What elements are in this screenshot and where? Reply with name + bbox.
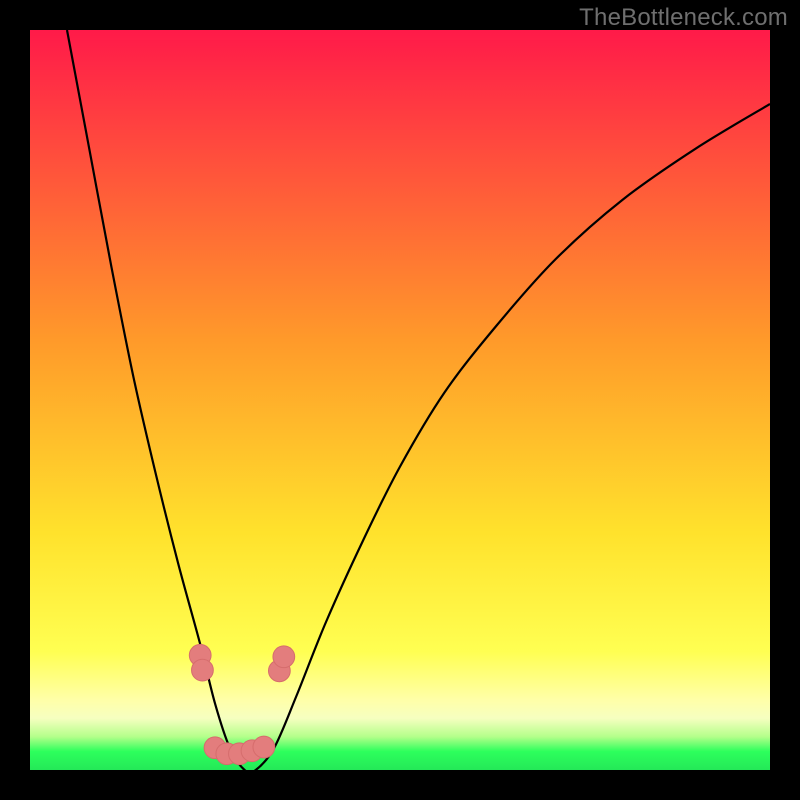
plot-area xyxy=(30,30,770,770)
curve-marker xyxy=(253,736,275,758)
curve-marker xyxy=(273,646,295,668)
bottleneck-curve xyxy=(67,30,770,770)
curve-marker xyxy=(192,659,214,681)
watermark-text: TheBottleneck.com xyxy=(579,4,788,32)
curve-markers xyxy=(189,644,294,764)
chart-frame: TheBottleneck.com xyxy=(0,0,800,800)
curve-layer xyxy=(30,30,770,770)
